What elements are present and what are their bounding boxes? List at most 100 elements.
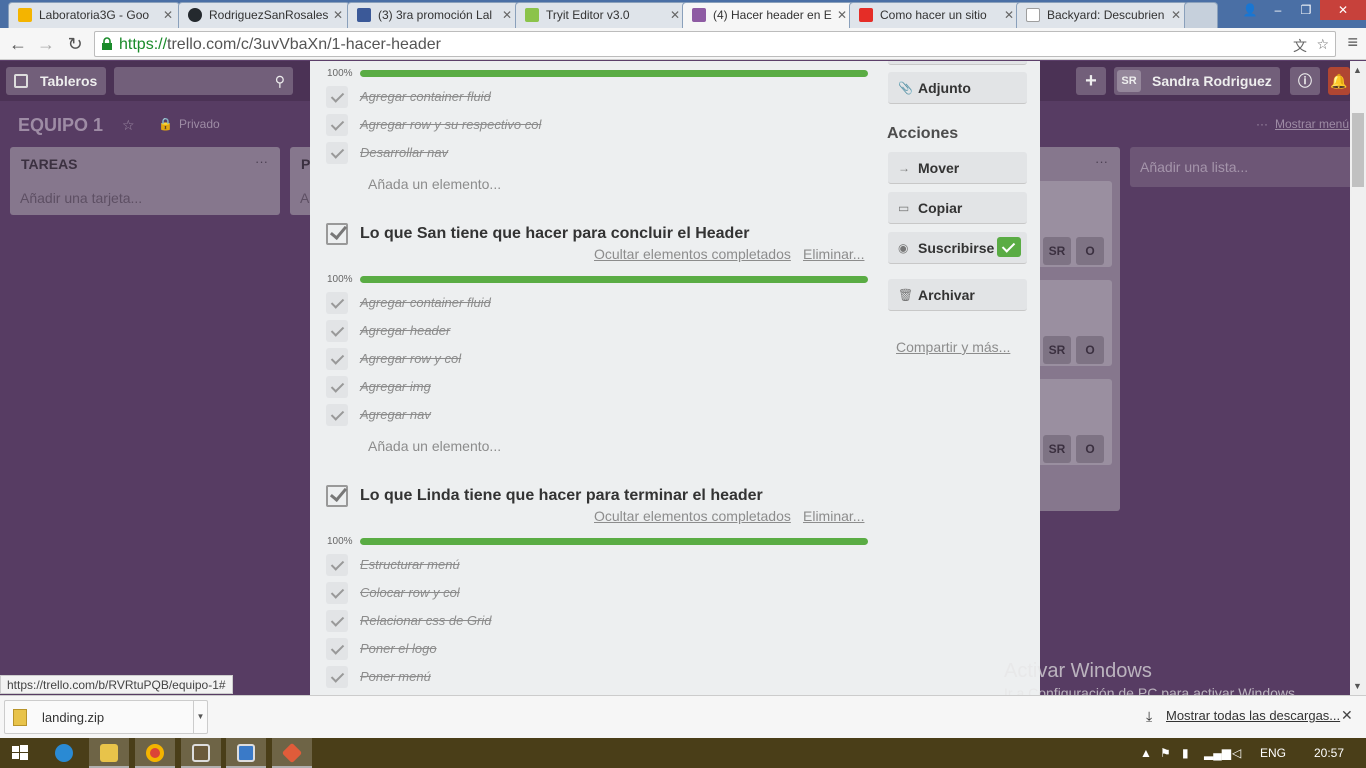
delete-checklist-link[interactable]: Eliminar... <box>803 246 864 262</box>
delete-checklist-link[interactable]: Eliminar... <box>803 508 864 524</box>
download-item[interactable]: landing.zip ▼ <box>4 700 208 734</box>
checkbox-checked-icon[interactable] <box>326 404 348 426</box>
list-menu-icon[interactable]: ··· <box>255 154 268 169</box>
checkbox-checked-icon[interactable] <box>326 142 348 164</box>
checkbox-checked-icon[interactable] <box>326 666 348 688</box>
hide-completed-link[interactable]: Ocultar elementos completados <box>594 246 791 262</box>
add-item-link[interactable]: Añada un elemento... <box>368 438 501 454</box>
list-title[interactable]: TAREAS <box>21 156 78 172</box>
close-tab-icon[interactable]: ✕ <box>333 3 343 27</box>
copy-button[interactable]: ▭ Copiar <box>888 192 1027 224</box>
close-tab-icon[interactable]: ✕ <box>163 3 173 27</box>
add-card-link[interactable]: Añadir una tarjeta... <box>20 190 142 206</box>
attachment-button[interactable]: 📎 Adjunto <box>888 72 1027 104</box>
share-more-link[interactable]: Compartir y más... <box>896 339 1010 355</box>
scroll-down-icon[interactable]: ▼ <box>1353 681 1362 691</box>
checkbox-checked-icon[interactable] <box>326 320 348 342</box>
star-icon[interactable]: ☆ <box>122 117 135 134</box>
card[interactable]: SR O <box>1030 280 1112 366</box>
show-all-downloads-link[interactable]: ⤓ Mostrar todas las descargas... <box>1146 708 1340 724</box>
board-visibility[interactable]: Privado <box>179 117 220 131</box>
checkbox-checked-icon[interactable] <box>326 554 348 576</box>
taskbar-git[interactable] <box>272 738 312 768</box>
boards-button[interactable]: Tableros <box>6 67 106 95</box>
list-menu-icon[interactable]: ··· <box>1095 154 1108 169</box>
taskbar-internet-explorer[interactable] <box>44 738 84 768</box>
show-hidden-icons[interactable]: ▲ <box>1140 746 1152 760</box>
checkbox-checked-icon[interactable] <box>326 348 348 370</box>
browser-tab-trello[interactable]: (4) Hacer header en E ✕ <box>682 2 854 28</box>
taskbar-file-explorer[interactable] <box>89 738 129 768</box>
chevron-down-icon[interactable]: ▼ <box>193 701 207 733</box>
forward-icon[interactable]: → <box>34 32 58 56</box>
member-avatar[interactable]: O <box>1076 435 1104 463</box>
taskbar-app-5[interactable] <box>226 738 266 768</box>
download-filename[interactable]: landing.zip <box>42 710 104 725</box>
scroll-up-icon[interactable]: ▲ <box>1353 65 1362 75</box>
subscribe-button[interactable]: ◉ Suscribirse <box>888 232 1027 264</box>
volume-icon[interactable]: ◁ <box>1232 746 1241 760</box>
member-avatar[interactable]: SR <box>1043 336 1071 364</box>
clock[interactable]: 20:57 <box>1314 746 1344 760</box>
reload-icon[interactable]: ↻ <box>63 32 87 56</box>
add-item-link[interactable]: Añada un elemento... <box>368 176 501 192</box>
hide-completed-link[interactable]: Ocultar elementos completados <box>594 508 791 524</box>
user-profile-icon[interactable]: 👤 <box>1236 0 1264 20</box>
checkbox-checked-icon[interactable] <box>326 376 348 398</box>
member-menu-button[interactable]: SR Sandra Rodriguez <box>1114 67 1280 95</box>
checklist-title[interactable]: Lo que Linda tiene que hacer para termin… <box>360 487 763 505</box>
browser-tab-facebook[interactable]: (3) 3ra promoción Lal ✕ <box>347 2 519 28</box>
address-bar[interactable]: https://trello.com/c/3uvVbaXn/1-hacer-he… <box>94 31 1336 57</box>
network-signal-icon[interactable]: ▂▄▆ <box>1204 746 1231 760</box>
add-list-placeholder[interactable]: Añadir una lista... <box>1130 147 1350 187</box>
checkbox-checked-icon[interactable] <box>326 114 348 136</box>
back-icon[interactable]: ← <box>6 32 30 56</box>
browser-tab-backyard[interactable]: Backyard: Descubrien ✕ <box>1016 2 1188 28</box>
close-tab-icon[interactable]: ✕ <box>837 3 847 27</box>
move-button[interactable]: → Mover <box>888 152 1027 184</box>
close-tab-icon[interactable]: ✕ <box>670 3 680 27</box>
action-center-flag-icon[interactable]: ⚑ <box>1160 746 1171 760</box>
add-list-link[interactable]: Añadir una lista... <box>1140 159 1248 175</box>
input-language[interactable]: ENG <box>1260 746 1286 760</box>
list-title[interactable]: P <box>301 156 310 172</box>
window-close-icon[interactable]: ✕ <box>1320 0 1366 20</box>
card[interactable]: SR O <box>1030 181 1112 267</box>
checkbox-checked-icon[interactable] <box>326 292 348 314</box>
browser-menu-icon[interactable]: ≡ <box>1347 32 1358 53</box>
info-icon[interactable]: ⓘ <box>1290 67 1320 95</box>
browser-tab-github[interactable]: RodriguezSanRosales ✕ <box>178 2 350 28</box>
taskbar-app-4[interactable] <box>181 738 221 768</box>
page-scrollbar[interactable]: ▲ ▼ <box>1350 61 1366 695</box>
bookmark-star-icon[interactable]: ☆ <box>1316 36 1329 53</box>
battery-icon[interactable]: ▮ <box>1182 746 1189 760</box>
add-card-link[interactable]: A <box>300 190 309 206</box>
start-button[interactable] <box>0 738 40 768</box>
member-avatar[interactable]: SR <box>1043 237 1071 265</box>
close-tab-icon[interactable]: ✕ <box>1171 3 1181 27</box>
checkbox-checked-icon[interactable] <box>326 610 348 632</box>
restore-icon[interactable]: ❐ <box>1292 0 1320 20</box>
board-search-input[interactable]: ⚲ <box>114 67 293 95</box>
scrollbar-thumb[interactable] <box>1352 113 1364 187</box>
show-menu-link[interactable]: Mostrar menú <box>1275 117 1349 131</box>
new-tab-button[interactable] <box>1184 2 1218 28</box>
taskbar-chrome[interactable] <box>135 738 175 768</box>
member-avatar[interactable]: SR <box>1043 435 1071 463</box>
browser-tab-youtube[interactable]: Como hacer un sitio ✕ <box>849 2 1021 28</box>
browser-tab-laboratoria[interactable]: Laboratoria3G - Goo ✕ <box>8 2 180 28</box>
close-download-shelf-icon[interactable]: ✕ <box>1341 707 1353 724</box>
member-avatar[interactable]: O <box>1076 237 1104 265</box>
close-tab-icon[interactable]: ✕ <box>502 3 512 27</box>
member-avatar[interactable]: O <box>1076 336 1104 364</box>
checkbox-checked-icon[interactable] <box>326 582 348 604</box>
checkbox-checked-icon[interactable] <box>326 638 348 660</box>
checklist-title[interactable]: Lo que San tiene que hacer para concluir… <box>360 225 749 243</box>
close-tab-icon[interactable]: ✕ <box>1004 3 1014 27</box>
minimize-icon[interactable]: – <box>1264 0 1292 20</box>
archive-button[interactable]: 🗑 Archivar <box>888 279 1027 311</box>
notifications-icon[interactable]: 🔔 <box>1328 67 1350 95</box>
board-title[interactable]: EQUIPO 1 <box>18 115 103 136</box>
add-button[interactable]: + <box>1076 67 1106 95</box>
card[interactable]: SR O <box>1030 379 1112 465</box>
